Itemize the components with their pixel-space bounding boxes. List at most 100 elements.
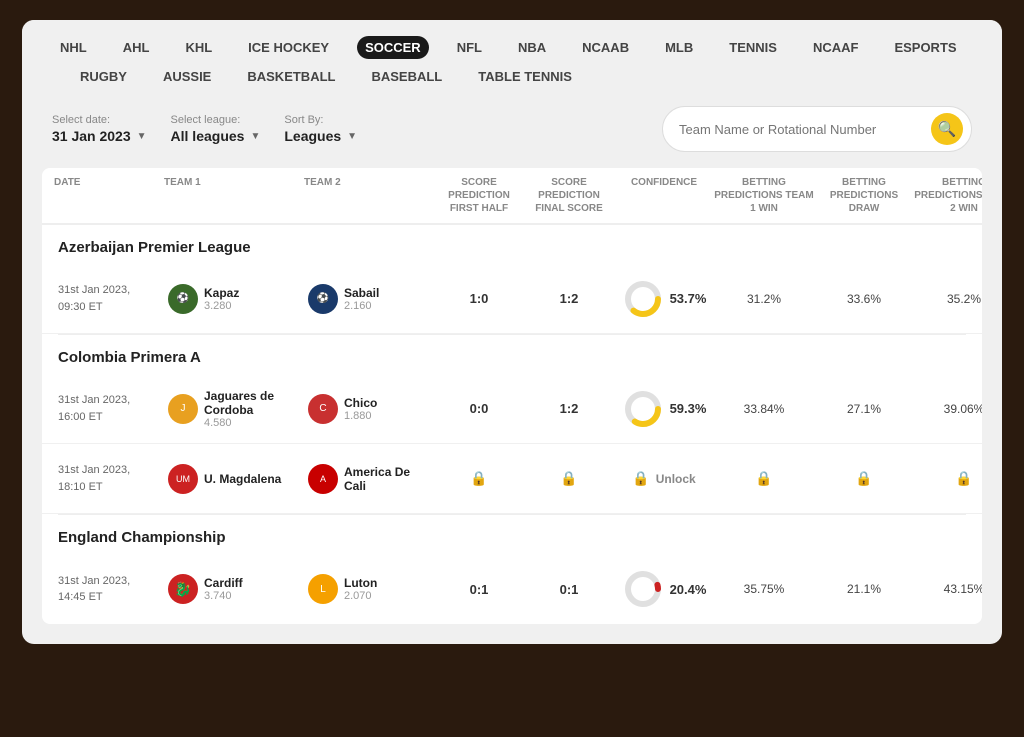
team1-name: U. Magdalena (204, 472, 281, 486)
sort-value: Leagues (284, 128, 341, 144)
lock-icon: 🔒 (560, 470, 577, 486)
nav-item-nba[interactable]: NBA (510, 36, 554, 59)
score-first-half-locked: 🔒 (434, 468, 524, 489)
th-bet-draw: BETTING PREDICTIONS DRAW (814, 176, 914, 215)
match-date: 31st Jan 2023, 14:45 ET (54, 571, 164, 608)
nav-item-basketball[interactable]: BASKETBALL (239, 65, 343, 88)
bet-draw-locked: 🔒 (814, 468, 914, 489)
nav-item-nfl[interactable]: NFL (449, 36, 490, 59)
nav-item-aussie[interactable]: AUSSIE (155, 65, 219, 88)
team1-cell: 🐉 Cardiff 3.740 (164, 572, 304, 606)
unlock-button[interactable]: Unlock (656, 472, 696, 486)
match-date: 31st Jan 2023, 16:00 ET (54, 390, 164, 427)
team2-info: America De Cali (344, 465, 430, 493)
score-first-half: 0:1 (434, 580, 524, 599)
score-final-locked: 🔒 (524, 468, 614, 489)
team2-cell: ⚽ Sabail 2.160 (304, 282, 434, 316)
th-bet-team2: BETTING PREDICTIONS TEAM 2 WIN (914, 176, 982, 215)
lock-icon: 🔒 (470, 470, 487, 486)
team1-cell: UM U. Magdalena (164, 462, 304, 496)
team2-num: 2.160 (344, 300, 379, 312)
league-azerbaijan: Azerbaijan Premier League (42, 225, 982, 264)
th-score-final: SCORE PREDICTION FINAL SCORE (524, 176, 614, 215)
nav-item-ice-hockey[interactable]: ICE HOCKEY (240, 36, 337, 59)
match-date: 31st Jan 2023, 18:10 ET (54, 460, 164, 497)
confidence-pct: 53.7% (670, 291, 707, 306)
team1-cell: ⚽ Kapaz 3.280 (164, 282, 304, 316)
team1-logo: J (168, 394, 198, 424)
team2-name: Sabail (344, 286, 379, 300)
team1-cell: J Jaguares de Cordoba 4.580 (164, 387, 304, 431)
sort-chevron-icon: ▼ (347, 131, 357, 142)
nav-item-baseball[interactable]: BASEBALL (363, 65, 450, 88)
nav-item-soccer[interactable]: SOCCER (357, 36, 429, 59)
team2-info: Sabail 2.160 (344, 286, 379, 312)
confidence-pct: 59.3% (670, 401, 707, 416)
nav-item-ahl[interactable]: AHL (115, 36, 158, 59)
nav-item-table-tennis[interactable]: TABLE TENNIS (470, 65, 580, 88)
table-area: DATE TEAM 1 TEAM 2 SCORE PREDICTION FIRS… (42, 168, 982, 624)
league-filter[interactable]: Select league: All leagues ▼ (171, 114, 261, 144)
bet-draw: 33.6% (814, 290, 914, 308)
team2-name: Luton (344, 576, 377, 590)
nav-item-rugby[interactable]: RUGBY (72, 65, 135, 88)
team2-name: Chico (344, 396, 377, 410)
team1-name: Jaguares de Cordoba (204, 389, 300, 417)
team1-info: Jaguares de Cordoba 4.580 (204, 389, 300, 429)
sort-filter[interactable]: Sort By: Leagues ▼ (284, 114, 357, 144)
search-container[interactable]: 🔍 (662, 106, 972, 152)
league-england: England Championship (42, 515, 982, 554)
th-score-first: SCORE PREDICTION FIRST HALF (434, 176, 524, 215)
nav-item-esports[interactable]: ESPORTS (886, 36, 964, 59)
date-select[interactable]: 31 Jan 2023 ▼ (52, 128, 147, 144)
score-final: 0:1 (524, 580, 614, 599)
nav-bar: NHL AHL KHL ICE HOCKEY SOCCER NFL NBA NCAAB MLB T… (22, 20, 1002, 96)
search-input[interactable] (679, 122, 931, 137)
team1-info: Kapaz 3.280 (204, 286, 239, 312)
date-value: 31 Jan 2023 (52, 128, 131, 144)
th-date: DATE (54, 176, 164, 215)
search-button[interactable]: 🔍 (931, 113, 963, 145)
team2-cell: C Chico 1.880 (304, 392, 434, 426)
th-confidence: CONFIDENCE (614, 176, 714, 215)
lock-icon: 🔒 (755, 470, 772, 486)
table-row: 31st Jan 2023, 09:30 ET ⚽ Kapaz 3.280 ⚽ … (42, 264, 982, 334)
confidence-donut (622, 388, 664, 430)
nav-item-mlb[interactable]: MLB (657, 36, 701, 59)
nav-item-khl[interactable]: KHL (177, 36, 220, 59)
sort-label: Sort By: (284, 114, 357, 126)
team2-num: 1.880 (344, 410, 377, 422)
nav-item-ncaab[interactable]: NCAAB (574, 36, 637, 59)
score-final: 1:2 (524, 289, 614, 308)
lock-icon: 🔒 (955, 470, 972, 486)
nav-item-ncaaf[interactable]: NCAAF (805, 36, 867, 59)
th-team2: TEAM 2 (304, 176, 434, 215)
team1-num: 3.740 (204, 590, 243, 602)
bet-draw: 27.1% (814, 400, 914, 418)
team2-cell: A America De Cali (304, 462, 434, 496)
table-header: DATE TEAM 1 TEAM 2 SCORE PREDICTION FIRS… (42, 168, 982, 225)
team2-name: America De Cali (344, 465, 430, 493)
match-date: 31st Jan 2023, 09:30 ET (54, 280, 164, 317)
search-icon: 🔍 (938, 120, 957, 138)
team1-info: U. Magdalena (204, 472, 281, 486)
confidence-locked[interactable]: 🔒 Unlock (614, 468, 714, 489)
league-value: All leagues (171, 128, 245, 144)
bet-draw: 21.1% (814, 580, 914, 598)
bet-team1-locked: 🔒 (714, 468, 814, 489)
team1-name: Kapaz (204, 286, 239, 300)
team1-name: Cardiff (204, 576, 243, 590)
bet-team1: 35.75% (714, 580, 814, 598)
team1-logo: 🐉 (168, 574, 198, 604)
nav-item-nhl[interactable]: NHL (52, 36, 95, 59)
league-select[interactable]: All leagues ▼ (171, 128, 261, 144)
date-filter[interactable]: Select date: 31 Jan 2023 ▼ (52, 114, 147, 144)
lock-icon: 🔒 (855, 470, 872, 486)
team2-num: 2.070 (344, 590, 377, 602)
nav-item-tennis[interactable]: TENNIS (721, 36, 785, 59)
filters-bar: Select date: 31 Jan 2023 ▼ Select league… (22, 96, 1002, 168)
table-row: 31st Jan 2023, 16:00 ET J Jaguares de Co… (42, 374, 982, 444)
sort-select[interactable]: Leagues ▼ (284, 128, 357, 144)
bet-team2: 39.06% (914, 400, 982, 418)
table-row: 31st Jan 2023, 14:45 ET 🐉 Cardiff 3.740 … (42, 554, 982, 624)
